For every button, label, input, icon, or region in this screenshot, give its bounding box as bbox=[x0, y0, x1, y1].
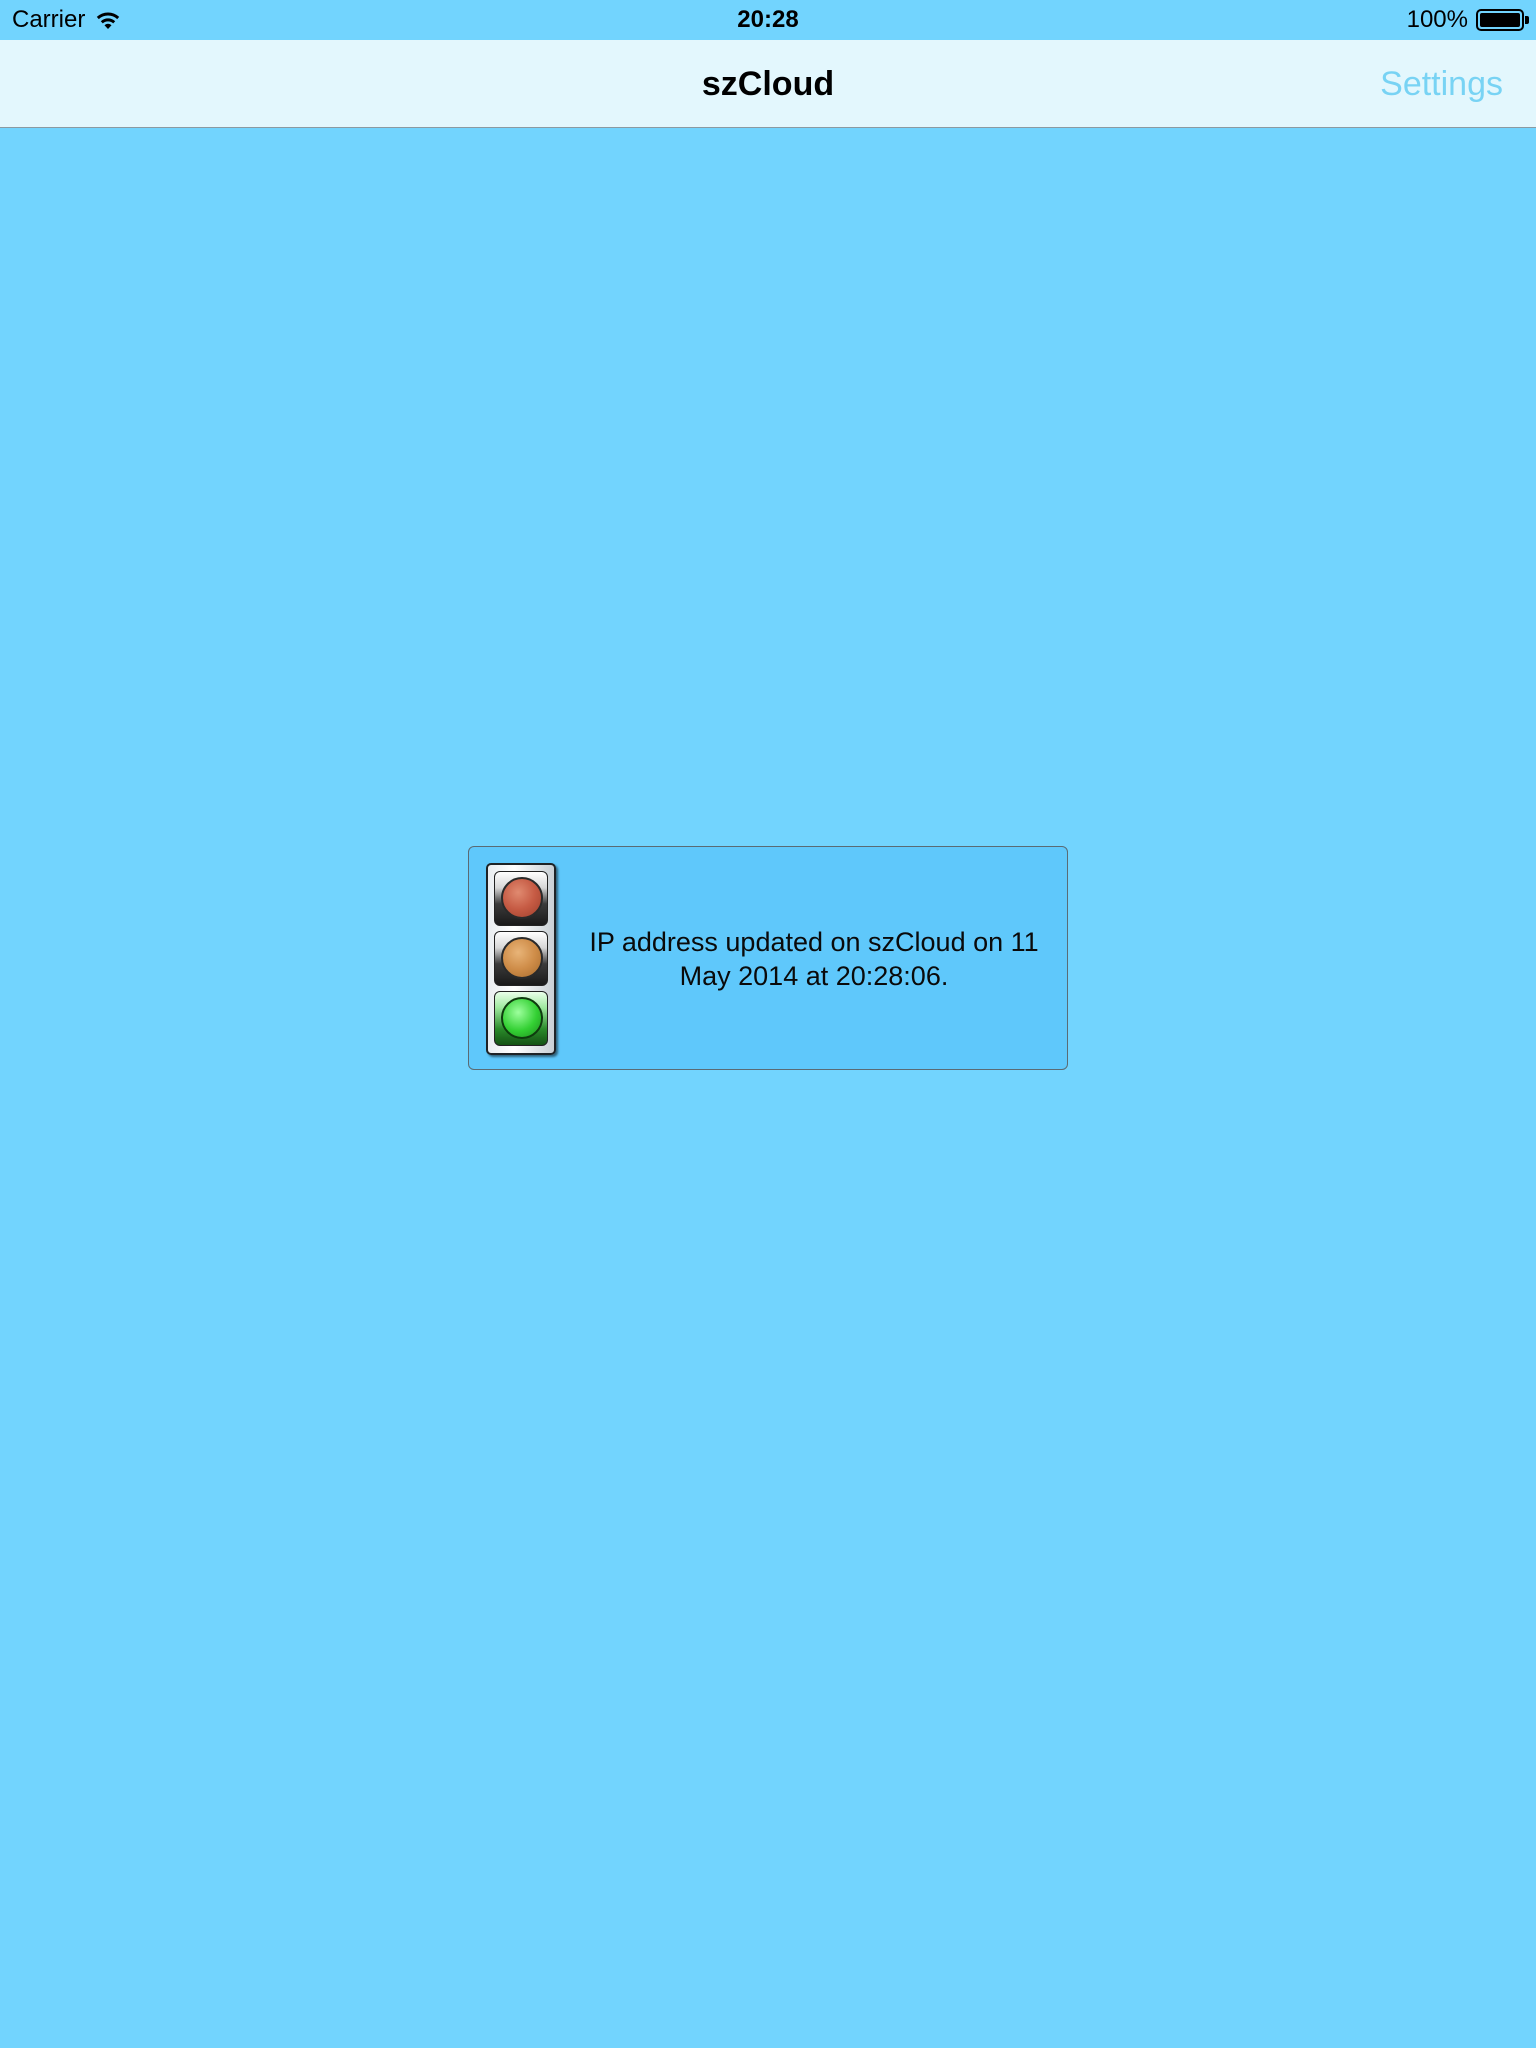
red-light-icon bbox=[494, 871, 548, 926]
status-clock: 20:28 bbox=[737, 6, 799, 33]
traffic-light-icon bbox=[486, 863, 556, 1055]
navigation-bar: szCloud Settings bbox=[0, 40, 1536, 128]
status-panel: IP address updated on szCloud on 11 May … bbox=[468, 846, 1068, 1070]
status-message: IP address updated on szCloud on 11 May … bbox=[589, 927, 1039, 991]
battery-tip bbox=[1525, 16, 1529, 24]
red-bulb bbox=[501, 877, 543, 919]
green-light-icon bbox=[494, 991, 548, 1046]
page-title: szCloud bbox=[701, 65, 835, 103]
amber-bulb bbox=[501, 937, 543, 979]
green-bulb bbox=[501, 997, 543, 1039]
settings-button[interactable]: Settings bbox=[1380, 64, 1503, 104]
battery-fill bbox=[1480, 13, 1520, 27]
battery-icon bbox=[1476, 9, 1529, 31]
app-screen: Carrier 20:28 100% szCloud Settings IP a… bbox=[0, 0, 1536, 2048]
amber-light-icon bbox=[494, 931, 548, 986]
status-bar: Carrier 20:28 100% bbox=[0, 0, 1536, 40]
battery-indicator: 100% bbox=[1406, 6, 1529, 34]
battery-percent: 100% bbox=[1406, 6, 1468, 33]
